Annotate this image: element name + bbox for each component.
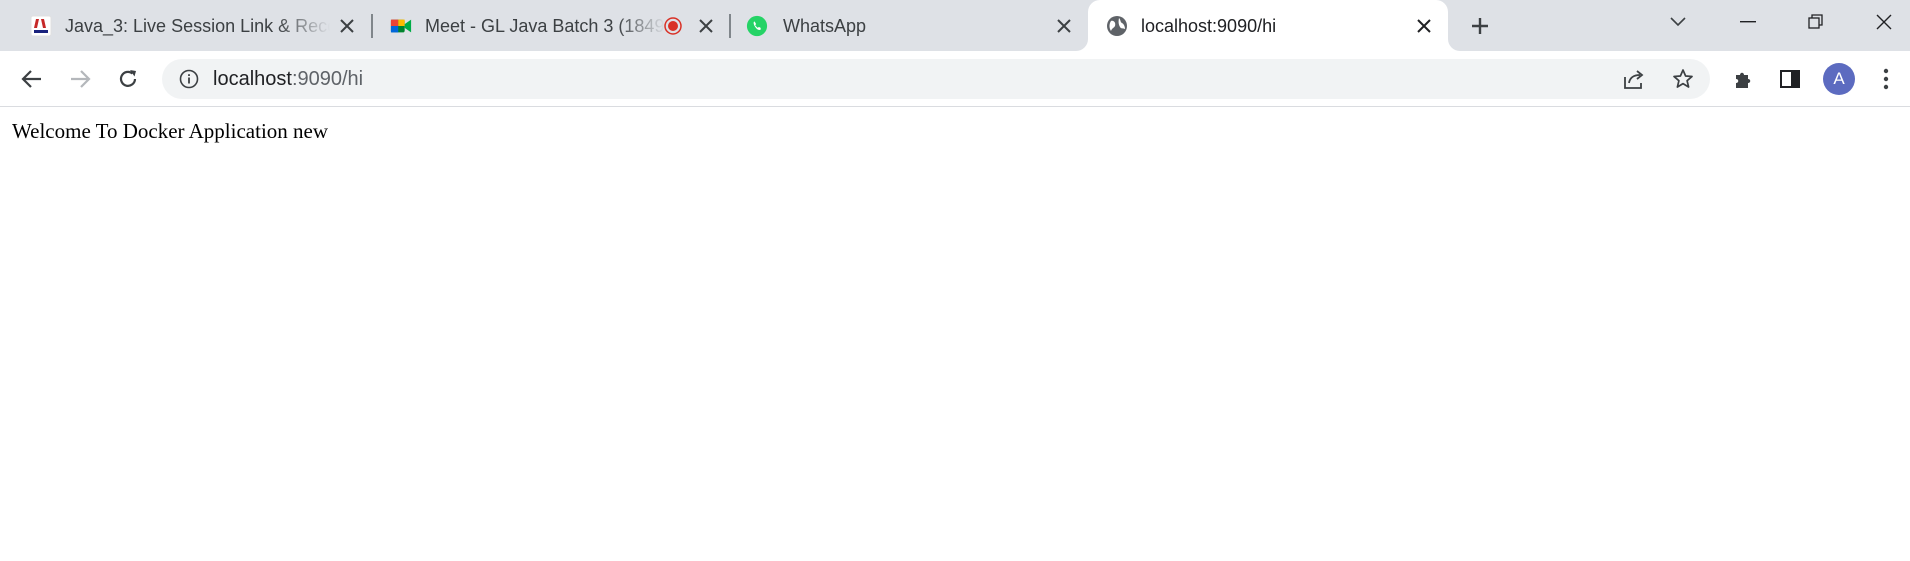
restore-icon[interactable] bbox=[1796, 8, 1836, 36]
tab-java-live-session[interactable]: Java_3: Live Session Link & Recordings bbox=[0, 0, 370, 51]
new-tab-icon[interactable] bbox=[1466, 12, 1494, 40]
whatsapp-icon bbox=[746, 15, 768, 37]
close-tab-icon[interactable] bbox=[1412, 14, 1436, 38]
gl-logo-icon bbox=[30, 15, 52, 37]
google-meet-icon bbox=[390, 15, 412, 37]
welcome-message: Welcome To Docker Application new bbox=[12, 119, 329, 143]
minimize-icon[interactable] bbox=[1728, 8, 1768, 36]
more-menu-icon[interactable] bbox=[1871, 64, 1901, 94]
tab-strip: Java_3: Live Session Link & Recordings M… bbox=[0, 0, 1910, 51]
tab-title: Meet - GL Java Batch 3 (1849 bbox=[425, 16, 665, 36]
tab-whatsapp[interactable]: WhatsApp bbox=[716, 0, 1086, 51]
browser-toolbar: localhost:9090/hi A bbox=[0, 51, 1910, 107]
reload-icon[interactable] bbox=[112, 63, 144, 95]
profile-avatar[interactable]: A bbox=[1823, 63, 1855, 95]
tab-localhost[interactable]: localhost:9090/hi bbox=[1088, 0, 1448, 51]
recording-icon bbox=[663, 16, 683, 36]
address-bar[interactable]: localhost:9090/hi bbox=[162, 59, 1710, 99]
close-tab-icon[interactable] bbox=[335, 14, 359, 38]
url-path: :9090/hi bbox=[291, 68, 364, 90]
tab-search-chevron-down-icon[interactable] bbox=[1658, 8, 1698, 36]
url-host: localhost bbox=[213, 68, 292, 90]
page-content: Welcome To Docker Application new bbox=[0, 107, 1910, 561]
site-info-icon[interactable] bbox=[178, 68, 200, 90]
share-icon[interactable] bbox=[1622, 67, 1646, 91]
side-panel-icon[interactable] bbox=[1775, 64, 1805, 94]
globe-icon bbox=[1106, 15, 1128, 37]
back-arrow-icon[interactable] bbox=[16, 63, 48, 95]
address-url[interactable]: localhost:9090/hi bbox=[213, 67, 363, 91]
close-window-icon[interactable] bbox=[1864, 8, 1904, 36]
tab-title: WhatsApp bbox=[783, 16, 867, 36]
extensions-puzzle-icon[interactable] bbox=[1728, 64, 1758, 94]
tab-title: Java_3: Live Session Link & Recordings bbox=[65, 16, 330, 36]
tab-title: localhost:9090/hi bbox=[1141, 16, 1277, 36]
close-tab-icon[interactable] bbox=[1052, 14, 1076, 38]
forward-arrow-icon[interactable] bbox=[64, 63, 96, 95]
bookmark-star-icon[interactable] bbox=[1671, 67, 1695, 91]
close-tab-icon[interactable] bbox=[694, 14, 718, 38]
tab-meet[interactable]: Meet - GL Java Batch 3 (1849 bbox=[360, 0, 730, 51]
